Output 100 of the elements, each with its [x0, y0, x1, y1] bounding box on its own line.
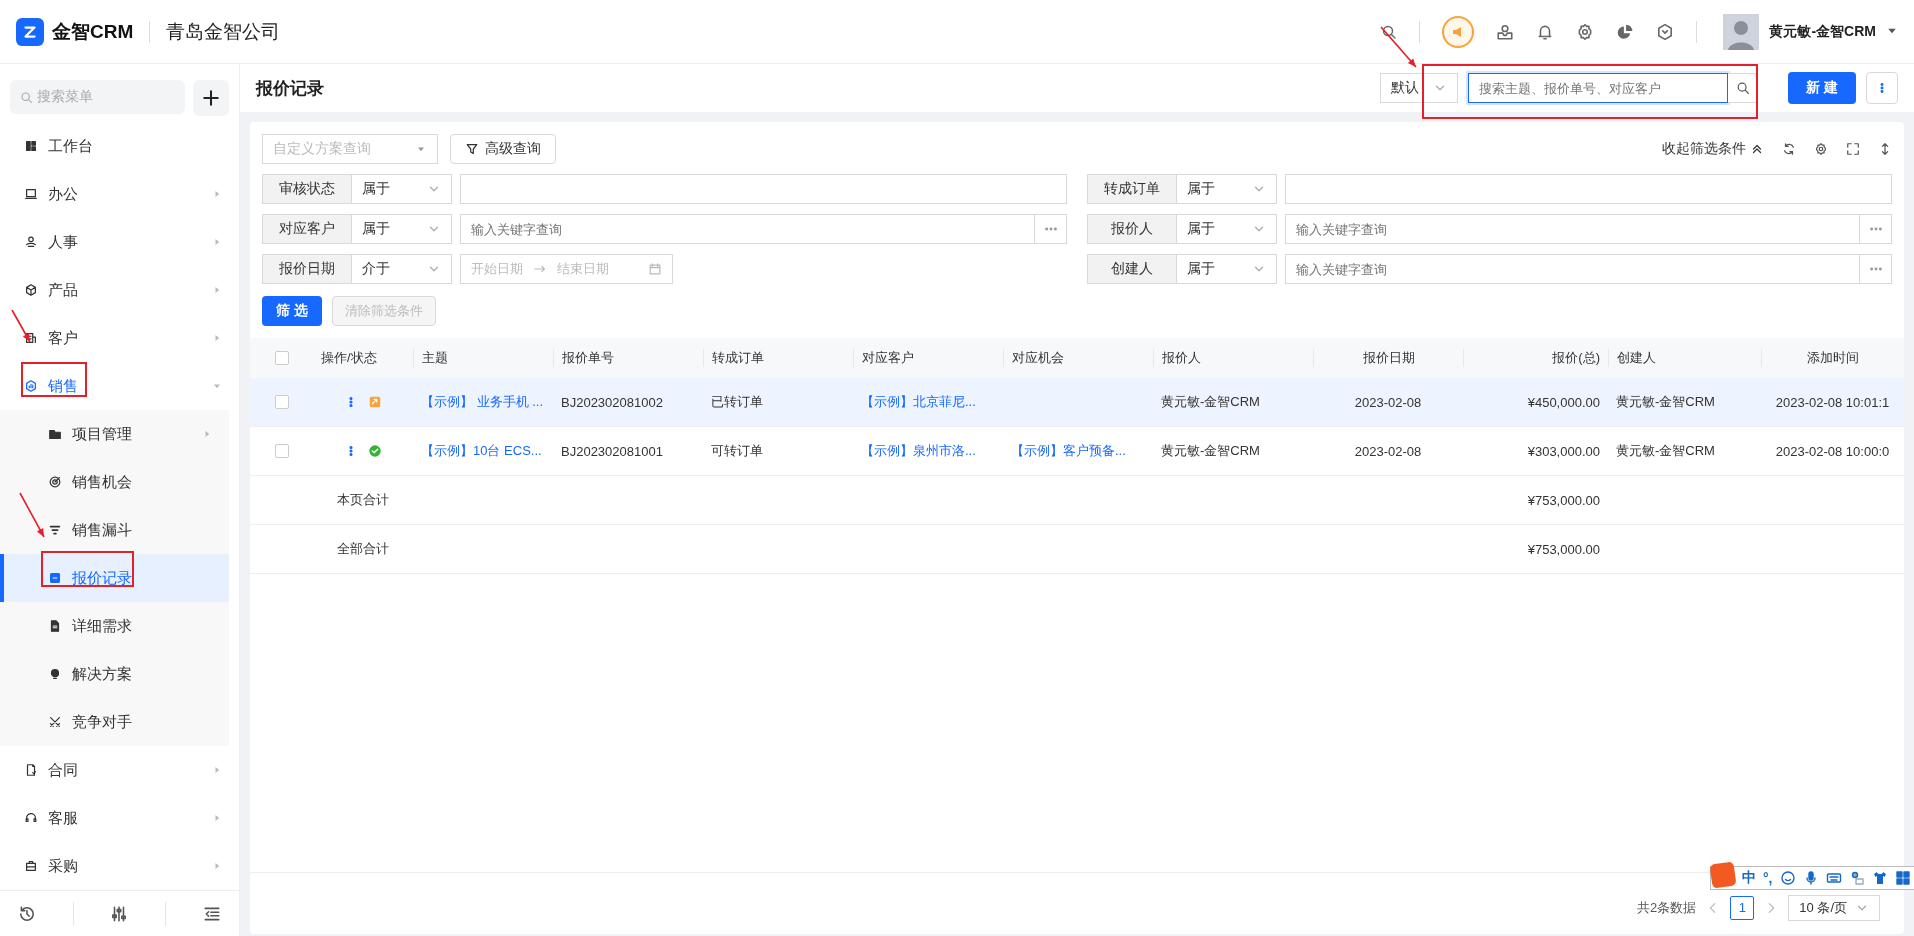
gear-icon [1814, 142, 1828, 156]
user-name[interactable]: 黄元敏-金智CRM [1769, 22, 1876, 41]
select-all-checkbox[interactable] [274, 351, 289, 365]
lookup-button[interactable] [1860, 214, 1892, 244]
search-button[interactable] [1728, 73, 1759, 103]
table-cell-text: 2023-02-08 10:01:1 [1774, 394, 1891, 410]
page-title: 报价记录 [256, 77, 324, 100]
total-count: 共2条数据 [1637, 898, 1697, 917]
cube-icon [24, 283, 38, 297]
page-button[interactable]: 1 [1730, 895, 1755, 920]
filter-input[interactable] [460, 174, 1067, 204]
menu-item[interactable]: 报价记录 [0, 554, 229, 602]
target-icon [48, 475, 62, 489]
menu-item[interactable]: 采购 [0, 842, 239, 890]
row-checkbox[interactable] [274, 395, 289, 409]
column-header: 主题 [413, 349, 553, 367]
table-link[interactable]: 【示例】10台 ECS... [413, 442, 553, 460]
company-name: 青岛金智公司 [166, 19, 281, 44]
filter-button[interactable]: 筛 选 [262, 296, 322, 326]
shirt-icon [1871, 870, 1888, 886]
annotation-arrow [1380, 26, 1417, 68]
filter-input[interactable]: 输入关键字查询 [460, 214, 1035, 244]
menu-item[interactable]: 办公 [0, 170, 239, 218]
menu-item[interactable]: 人事 [0, 218, 239, 266]
total-value: ¥753,000.00 [1526, 541, 1601, 557]
menu-item[interactable]: 销售机会 [0, 458, 229, 506]
table-link[interactable]: 【示例】客户预备... [1003, 442, 1153, 460]
advanced-search-button[interactable]: 高级查询 [450, 134, 556, 164]
table-row[interactable]: 【示例】10台 ECS... BJ202302081001 可转订单 【示例】泉州市洛... 【示例】客户预备... 黄元敏-金智CRM 2023-02-08 ¥303,000.00 黄元敏-金智CRM 2023-02-08 10:00:0 [250, 427, 1904, 476]
avatar[interactable] [1723, 13, 1760, 50]
grid-icon [1894, 870, 1911, 886]
lookup-button[interactable] [1860, 254, 1892, 284]
filter-label: 创建人 [1087, 254, 1177, 284]
menu-item[interactable]: 销售 [0, 362, 239, 410]
funnel-icon [465, 142, 479, 156]
ime-label[interactable]: °, [1763, 870, 1773, 886]
menu-item[interactable]: 竞争对手 [0, 698, 229, 746]
megaphone-icon[interactable] [1442, 15, 1475, 48]
operator-select[interactable]: 属于 [1177, 214, 1277, 244]
bag-icon [24, 859, 38, 873]
hexagon-icon [1656, 22, 1675, 41]
total-label: 全部合计 [336, 540, 390, 558]
calendar-icon [648, 262, 662, 276]
operator-select[interactable]: 属于 [1177, 174, 1277, 204]
table-cell-text: BJ202302081002 [560, 394, 664, 410]
filter-input[interactable] [1285, 174, 1892, 204]
plus-icon [202, 89, 220, 107]
table-cell-text: 2023-02-08 [1353, 394, 1423, 410]
table-cell-text: 黄元敏-金智CRM [1615, 442, 1716, 460]
table-cell-text: ¥450,000.00 [1526, 394, 1601, 410]
search-field[interactable]: 搜索主题、报价单号、对应客户 [1468, 73, 1729, 103]
double-chevron-up-icon [1750, 142, 1764, 156]
column-header: 报价日期 [1313, 349, 1463, 367]
operator-select[interactable]: 属于 [1177, 254, 1277, 284]
column-header: 对应机会 [1003, 349, 1153, 367]
view-select[interactable]: 默认 [1380, 73, 1459, 103]
table-cell-text: 黄元敏-金智CRM [1615, 393, 1716, 411]
lookup-button[interactable] [1035, 214, 1067, 244]
menu-item[interactable]: 项目管理 [0, 410, 229, 458]
filter-label: 审核状态 [262, 174, 352, 204]
page-size-select[interactable]: 10 条/页 [1788, 894, 1880, 921]
table-cell-text: 可转订单 [710, 442, 764, 460]
menu-item[interactable]: 详细需求 [0, 602, 229, 650]
table-link[interactable]: 【示例】泉州市洛... [853, 442, 1003, 460]
more-button[interactable] [1866, 72, 1898, 104]
search-icon [20, 90, 33, 104]
filter-input[interactable]: 输入关键字查询 [1285, 254, 1860, 284]
menu-item[interactable]: 销售漏斗 [0, 506, 229, 554]
new-button[interactable]: 新 建 [1788, 72, 1856, 104]
refresh-icon [1782, 142, 1796, 156]
menu-item[interactable]: 工作台 [0, 122, 239, 170]
operator-select[interactable]: 介于 [352, 254, 452, 284]
headset-icon [24, 811, 38, 825]
annotation-frame [21, 362, 87, 397]
smiley-icon [1779, 870, 1796, 886]
start-date-placeholder: 开始日期 [471, 260, 523, 278]
menu-item[interactable]: 产品 [0, 266, 239, 314]
annotation-arrow [19, 492, 45, 538]
operator-select[interactable]: 属于 [352, 214, 452, 244]
add-button[interactable] [193, 80, 229, 116]
operator-select[interactable]: 属于 [352, 174, 452, 204]
table-link[interactable]: 【示例】 业务手机 ... [413, 393, 553, 411]
search-icon [1381, 23, 1398, 40]
menu-item[interactable]: 客服 [0, 794, 239, 842]
inbox-icon [1496, 22, 1515, 41]
row-checkbox[interactable] [274, 444, 289, 458]
table-link[interactable]: 【示例】北京菲尼... [853, 393, 1003, 411]
column-header: 报价人 [1153, 349, 1313, 367]
grid-icon [24, 139, 38, 153]
table-row[interactable]: 【示例】 业务手机 ... BJ202302081002 已转订单 【示例】北京菲尼... 黄元敏-金智CRM 2023-02-08 ¥450,000.00 黄元敏-金智CRM 2023-02-08 10:01:1 [250, 378, 1904, 427]
menu-item[interactable]: 合同 [0, 746, 239, 794]
menu-item[interactable]: 解决方案 [0, 650, 229, 698]
filter-input[interactable]: 输入关键字查询 [1285, 214, 1860, 244]
table-cell-text: 黄元敏-金智CRM [1160, 393, 1261, 411]
column-header: 转成订单 [703, 349, 853, 367]
keyboard-icon [1825, 870, 1842, 886]
menu-item[interactable]: 客户 [0, 314, 239, 362]
column-header: 报价(总) [1463, 349, 1608, 367]
total-label: 本页合计 [336, 491, 390, 509]
ime-label[interactable]: 中 [1742, 869, 1756, 887]
